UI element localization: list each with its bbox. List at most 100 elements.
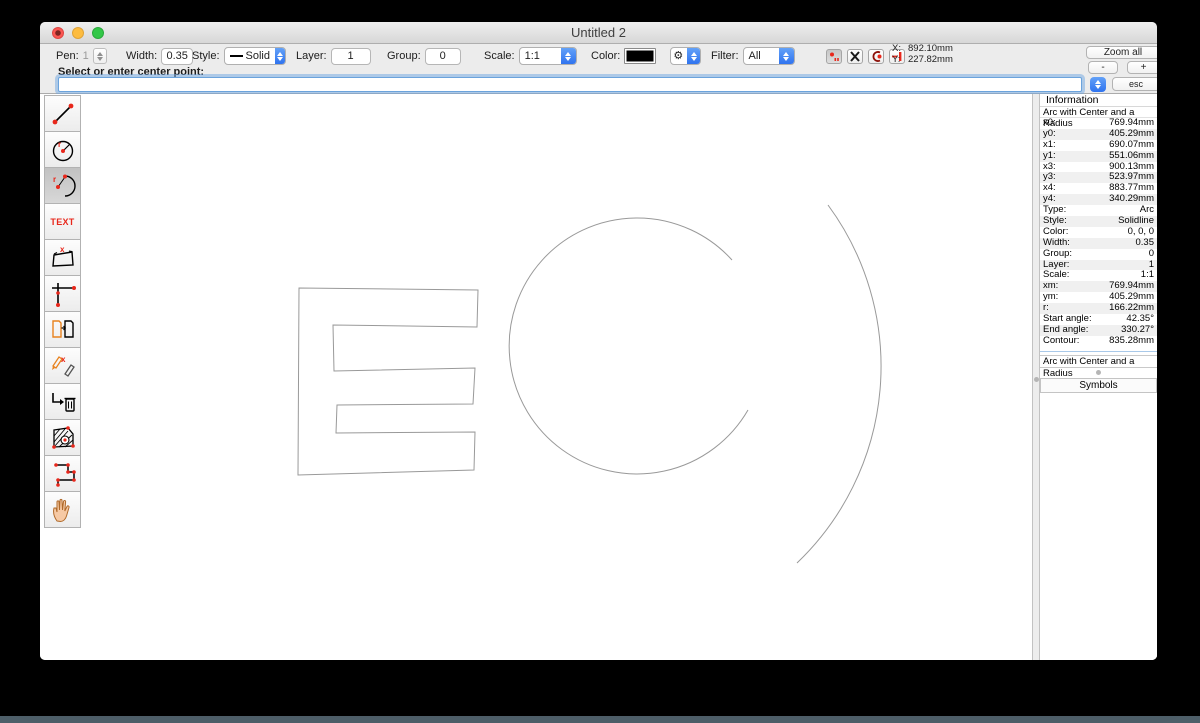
scale-label: Scale: <box>484 50 515 62</box>
text-icon: TEXT <box>50 217 74 227</box>
filter-dropdown[interactable]: All <box>743 47 795 65</box>
esc-button[interactable]: esc <box>1112 77 1157 91</box>
line-tool-button[interactable] <box>44 95 81 132</box>
shape-paren-arc[interactable] <box>797 205 881 563</box>
width-field[interactable]: 0.35 <box>161 48 193 65</box>
filter-label: Filter: <box>711 50 739 62</box>
info-row-value: 0 <box>1149 249 1154 260</box>
info-row-value: 551.06mm <box>1109 151 1154 162</box>
info-row: Group: 0 <box>1040 249 1157 260</box>
delete-object-icon <box>49 388 77 416</box>
splitter-handle-icon[interactable] <box>1034 377 1039 382</box>
width-label: Width: <box>126 50 157 62</box>
cursor-coordinates: X: 892.10mm Y: 227.82mm <box>892 45 968 63</box>
group-control: Group: 0 <box>387 47 461 65</box>
arc-snap-toggle[interactable] <box>868 49 884 64</box>
polyline-tool-button[interactable] <box>44 455 81 492</box>
pen-label: Pen: <box>56 50 79 62</box>
polyline-icon <box>49 460 77 488</box>
settings-dropdown[interactable]: ⚙ <box>670 47 701 65</box>
delete-element-icon <box>849 51 861 62</box>
hand-icon <box>49 496 77 524</box>
circle-tool-button[interactable]: r <box>44 131 81 168</box>
line-icon <box>49 100 77 128</box>
width-control: Width: 0.35 <box>126 47 193 65</box>
trim-tool-button[interactable] <box>44 275 81 312</box>
style-control: Style: Solid <box>192 47 286 65</box>
shape-c-arc[interactable] <box>509 218 748 474</box>
scale-value: 1:1 <box>525 48 540 64</box>
svg-text:x: x <box>60 245 65 254</box>
command-input[interactable] <box>58 77 1082 92</box>
quadrilateral-icon: x <box>49 244 77 272</box>
chevron-updown-icon <box>687 48 700 64</box>
chevron-updown-icon <box>561 48 576 64</box>
desktop-dock-strip <box>0 716 1200 723</box>
chevron-updown-icon <box>779 48 794 64</box>
copy-tool-button[interactable] <box>44 311 81 348</box>
window-title: Untitled 2 <box>40 22 1157 44</box>
color-label: Color: <box>591 50 620 62</box>
panel-separator <box>1040 351 1157 352</box>
y-coord-value: 227.82mm <box>908 54 968 65</box>
info-panel-title: Information <box>1040 94 1157 107</box>
zoom-all-button[interactable]: Zoom all <box>1086 46 1157 59</box>
info-row-label: Contour: <box>1043 336 1079 347</box>
quad-tool-button[interactable]: x <box>44 239 81 276</box>
delete-tool-button[interactable] <box>44 383 81 420</box>
pen-value: 1 <box>83 50 89 62</box>
canvas[interactable] <box>40 94 1032 660</box>
svg-text:r: r <box>58 140 61 149</box>
info-row: Contour:835.28mm <box>1040 336 1157 347</box>
pen-control: Pen: 1 <box>56 47 107 65</box>
scale-dropdown[interactable]: 1:1 <box>519 47 577 65</box>
arc-tool-button[interactable]: r <box>44 167 81 204</box>
group-label: Group: <box>387 50 421 62</box>
history-stepper[interactable] <box>1090 77 1106 92</box>
y-coord-label: Y: <box>892 54 908 65</box>
snap-point-toggle[interactable] <box>826 49 842 64</box>
style-dropdown[interactable]: Solid <box>224 47 286 65</box>
info-row-label: y1: <box>1043 151 1056 162</box>
titlebar[interactable]: Untitled 2 <box>40 22 1157 44</box>
symbols-panel-header[interactable]: Symbols <box>1040 378 1157 393</box>
group-field[interactable]: 0 <box>425 48 461 65</box>
color-control: Color: ⚙ <box>591 47 701 65</box>
style-value: Solid <box>246 48 270 64</box>
snap-point-icon <box>828 51 840 62</box>
circle-radius-icon: r <box>49 136 77 164</box>
pen-stepper[interactable] <box>93 48 107 64</box>
delete-element-toggle[interactable] <box>847 49 863 64</box>
pan-tool-button[interactable] <box>44 491 81 528</box>
app-window: Untitled 2 Pen: 1 Width: 0.35 Style: Sol… <box>40 22 1157 660</box>
svg-text:x: x <box>61 355 66 364</box>
filter-value: All <box>749 48 761 64</box>
panel-splitter[interactable] <box>1032 94 1040 660</box>
filter-control: Filter: All <box>711 47 795 65</box>
trim-lines-icon <box>49 280 77 308</box>
info-row: y1: 551.06mm <box>1040 151 1157 162</box>
svg-text:r: r <box>53 175 56 184</box>
hatch-icon <box>49 424 77 452</box>
text-tool-button[interactable]: TEXT <box>44 203 81 240</box>
toolbar: Pen: 1 Width: 0.35 Style: Solid Layer: 1… <box>40 44 1157 94</box>
shape-letter-e[interactable] <box>298 288 478 475</box>
tool-status-text: Arc with Center and a Radius <box>1040 355 1157 368</box>
layer-field[interactable]: 1 <box>331 48 371 65</box>
panel-resize-handle[interactable] <box>1096 370 1101 375</box>
style-label: Style: <box>192 50 220 62</box>
information-panel: Information Arc with Center and a Radius… <box>1040 94 1157 660</box>
scale-control: Scale: 1:1 <box>484 47 577 65</box>
tool-palette: r r TEXT x <box>44 95 81 528</box>
arc-radius-icon: r <box>49 172 77 200</box>
info-row-label: Group: <box>1043 249 1072 260</box>
zoom-out-button[interactable]: - <box>1088 61 1118 74</box>
zoom-in-button[interactable]: + <box>1127 61 1157 74</box>
change-pen-icon: x <box>49 352 77 380</box>
color-swatch[interactable] <box>624 48 656 64</box>
hatch-tool-button[interactable] <box>44 419 81 456</box>
edit-pen-tool-button[interactable]: x <box>44 347 81 384</box>
drawing-area: r r TEXT x <box>40 94 1157 660</box>
chevron-updown-icon <box>275 48 285 64</box>
solid-line-icon <box>230 55 243 57</box>
